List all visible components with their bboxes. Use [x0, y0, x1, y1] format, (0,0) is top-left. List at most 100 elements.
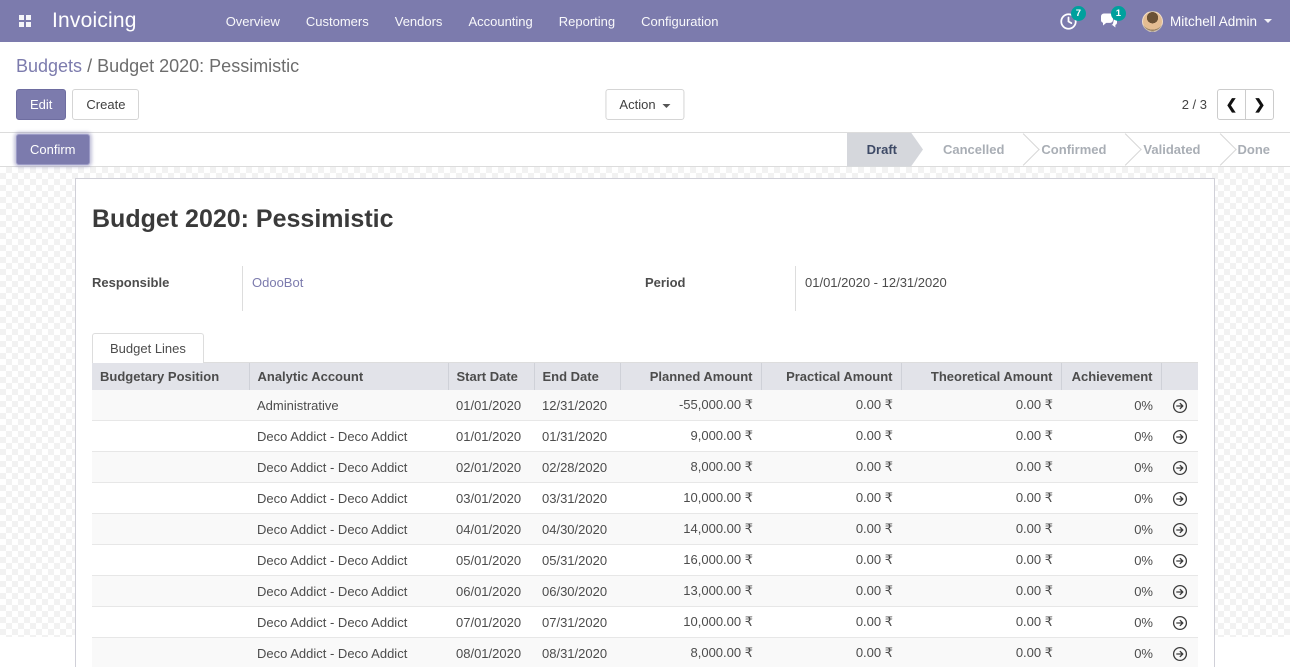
- cell-open-record[interactable]: [1161, 483, 1198, 514]
- breadcrumb-separator: /: [82, 56, 97, 76]
- top-navbar: Invoicing OverviewCustomersVendorsAccoun…: [0, 0, 1290, 42]
- open-record-icon[interactable]: [1172, 429, 1188, 445]
- budget-line-row[interactable]: Deco Addict - Deco Addict06/01/202006/30…: [92, 576, 1198, 607]
- control-panel: Budgets / Budget 2020: Pessimistic Edit …: [0, 42, 1290, 132]
- budget-line-row[interactable]: Deco Addict - Deco Addict07/01/202007/31…: [92, 607, 1198, 638]
- field-value-responsible[interactable]: OdooBot: [242, 266, 645, 311]
- col-header-theoretical-amount[interactable]: Theoretical Amount: [901, 363, 1061, 390]
- open-record-icon[interactable]: [1172, 398, 1188, 414]
- open-record-icon[interactable]: [1172, 522, 1188, 538]
- cell-planned-amount: 10,000.00 ₹: [620, 607, 761, 638]
- cell-planned-amount: 16,000.00 ₹: [620, 545, 761, 576]
- pager-previous-button[interactable]: ❮: [1217, 89, 1246, 120]
- cell-open-record[interactable]: [1161, 607, 1198, 638]
- menu-item-overview[interactable]: Overview: [213, 0, 293, 42]
- activity-menu[interactable]: 7: [1052, 4, 1086, 38]
- apps-menu-icon[interactable]: [10, 6, 40, 36]
- budget-line-row[interactable]: Deco Addict - Deco Addict02/01/202002/28…: [92, 452, 1198, 483]
- cell-budgetary-position: [92, 483, 249, 514]
- grid-icon: [19, 15, 31, 27]
- budget-line-row[interactable]: Deco Addict - Deco Addict01/01/202001/31…: [92, 421, 1198, 452]
- user-name: Mitchell Admin: [1170, 14, 1257, 29]
- field-label-period: Period: [645, 266, 795, 290]
- budget-lines-table: Budgetary PositionAnalytic AccountStart …: [92, 363, 1198, 667]
- field-value-period: 01/01/2020 - 12/31/2020: [795, 266, 1198, 311]
- notebook-tabs: Budget Lines: [92, 333, 1198, 363]
- open-record-icon[interactable]: [1172, 646, 1188, 662]
- breadcrumb-parent[interactable]: Budgets: [16, 56, 82, 76]
- pager-next-button[interactable]: ❯: [1245, 89, 1274, 120]
- systray: 7 1 Mitchell Admin: [1052, 4, 1276, 38]
- open-record-icon[interactable]: [1172, 460, 1188, 476]
- cell-start-date: 05/01/2020: [448, 545, 534, 576]
- field-label-responsible: Responsible: [92, 266, 242, 290]
- tab-budget-lines[interactable]: Budget Lines: [92, 333, 204, 363]
- field-group-row: Responsible OdooBot Period 01/01/2020 - …: [92, 266, 1198, 311]
- cell-end-date: 04/30/2020: [534, 514, 620, 545]
- col-header-budgetary-position[interactable]: Budgetary Position: [92, 363, 249, 390]
- cell-end-date: 07/31/2020: [534, 607, 620, 638]
- form-sheet: Budget 2020: Pessimistic Responsible Odo…: [75, 178, 1215, 667]
- cell-open-record[interactable]: [1161, 514, 1198, 545]
- col-header-planned-amount[interactable]: Planned Amount: [620, 363, 761, 390]
- app-brand[interactable]: Invoicing: [52, 9, 137, 33]
- menu-item-accounting[interactable]: Accounting: [455, 0, 545, 42]
- budget-line-row[interactable]: Deco Addict - Deco Addict05/01/202005/31…: [92, 545, 1198, 576]
- menu-item-configuration[interactable]: Configuration: [628, 0, 731, 42]
- cell-achievement: 0%: [1061, 390, 1161, 421]
- open-record-icon[interactable]: [1172, 584, 1188, 600]
- budget-line-row[interactable]: Deco Addict - Deco Addict08/01/202008/31…: [92, 638, 1198, 667]
- record-title: Budget 2020: Pessimistic: [92, 205, 1198, 234]
- cell-start-date: 01/01/2020: [448, 390, 534, 421]
- menu-item-reporting[interactable]: Reporting: [546, 0, 628, 42]
- open-record-icon[interactable]: [1172, 491, 1188, 507]
- activity-badge: 7: [1071, 6, 1086, 21]
- action-dropdown-button[interactable]: Action: [605, 89, 684, 120]
- cell-theoretical-amount: 0.00 ₹: [901, 483, 1061, 514]
- budget-line-row[interactable]: Deco Addict - Deco Addict04/01/202004/30…: [92, 514, 1198, 545]
- control-panel-buttons: Edit Create Action 2 / 3 ❮ ❯: [16, 89, 1274, 120]
- confirm-button[interactable]: Confirm: [16, 134, 90, 165]
- menu-item-vendors[interactable]: Vendors: [382, 0, 456, 42]
- cell-analytic-account: Deco Addict - Deco Addict: [249, 452, 448, 483]
- cell-analytic-account: Deco Addict - Deco Addict: [249, 545, 448, 576]
- cell-open-record[interactable]: [1161, 545, 1198, 576]
- cell-budgetary-position: [92, 421, 249, 452]
- cell-achievement: 0%: [1061, 452, 1161, 483]
- cell-budgetary-position: [92, 452, 249, 483]
- cell-budgetary-position: [92, 514, 249, 545]
- budget-line-row[interactable]: Deco Addict - Deco Addict03/01/202003/31…: [92, 483, 1198, 514]
- cell-budgetary-position: [92, 390, 249, 421]
- cell-planned-amount: 8,000.00 ₹: [620, 638, 761, 667]
- user-menu[interactable]: Mitchell Admin: [1132, 11, 1276, 32]
- col-header-start-date[interactable]: Start Date: [448, 363, 534, 390]
- messages-menu[interactable]: 1: [1092, 4, 1126, 38]
- cell-open-record[interactable]: [1161, 638, 1198, 667]
- cell-open-record[interactable]: [1161, 421, 1198, 452]
- cell-practical-amount: 0.00 ₹: [761, 638, 901, 667]
- cell-open-record[interactable]: [1161, 390, 1198, 421]
- cell-start-date: 03/01/2020: [448, 483, 534, 514]
- stage-draft[interactable]: Draft: [847, 133, 923, 167]
- col-header-analytic-account[interactable]: Analytic Account: [249, 363, 448, 390]
- cell-start-date: 07/01/2020: [448, 607, 534, 638]
- cell-budgetary-position: [92, 638, 249, 667]
- cell-practical-amount: 0.00 ₹: [761, 576, 901, 607]
- cell-start-date: 02/01/2020: [448, 452, 534, 483]
- pager-value: 2 / 3: [1182, 97, 1207, 112]
- create-button[interactable]: Create: [72, 89, 139, 120]
- cell-achievement: 0%: [1061, 421, 1161, 452]
- cell-open-record[interactable]: [1161, 576, 1198, 607]
- col-header-achievement[interactable]: Achievement: [1061, 363, 1161, 390]
- cell-analytic-account: Deco Addict - Deco Addict: [249, 421, 448, 452]
- top-menu: OverviewCustomersVendorsAccountingReport…: [213, 0, 732, 42]
- avatar: [1142, 11, 1163, 32]
- budget-line-row[interactable]: Administrative01/01/202012/31/2020-55,00…: [92, 390, 1198, 421]
- edit-button[interactable]: Edit: [16, 89, 66, 120]
- cell-open-record[interactable]: [1161, 452, 1198, 483]
- menu-item-customers[interactable]: Customers: [293, 0, 382, 42]
- open-record-icon[interactable]: [1172, 553, 1188, 569]
- col-header-end-date[interactable]: End Date: [534, 363, 620, 390]
- open-record-icon[interactable]: [1172, 615, 1188, 631]
- col-header-practical-amount[interactable]: Practical Amount: [761, 363, 901, 390]
